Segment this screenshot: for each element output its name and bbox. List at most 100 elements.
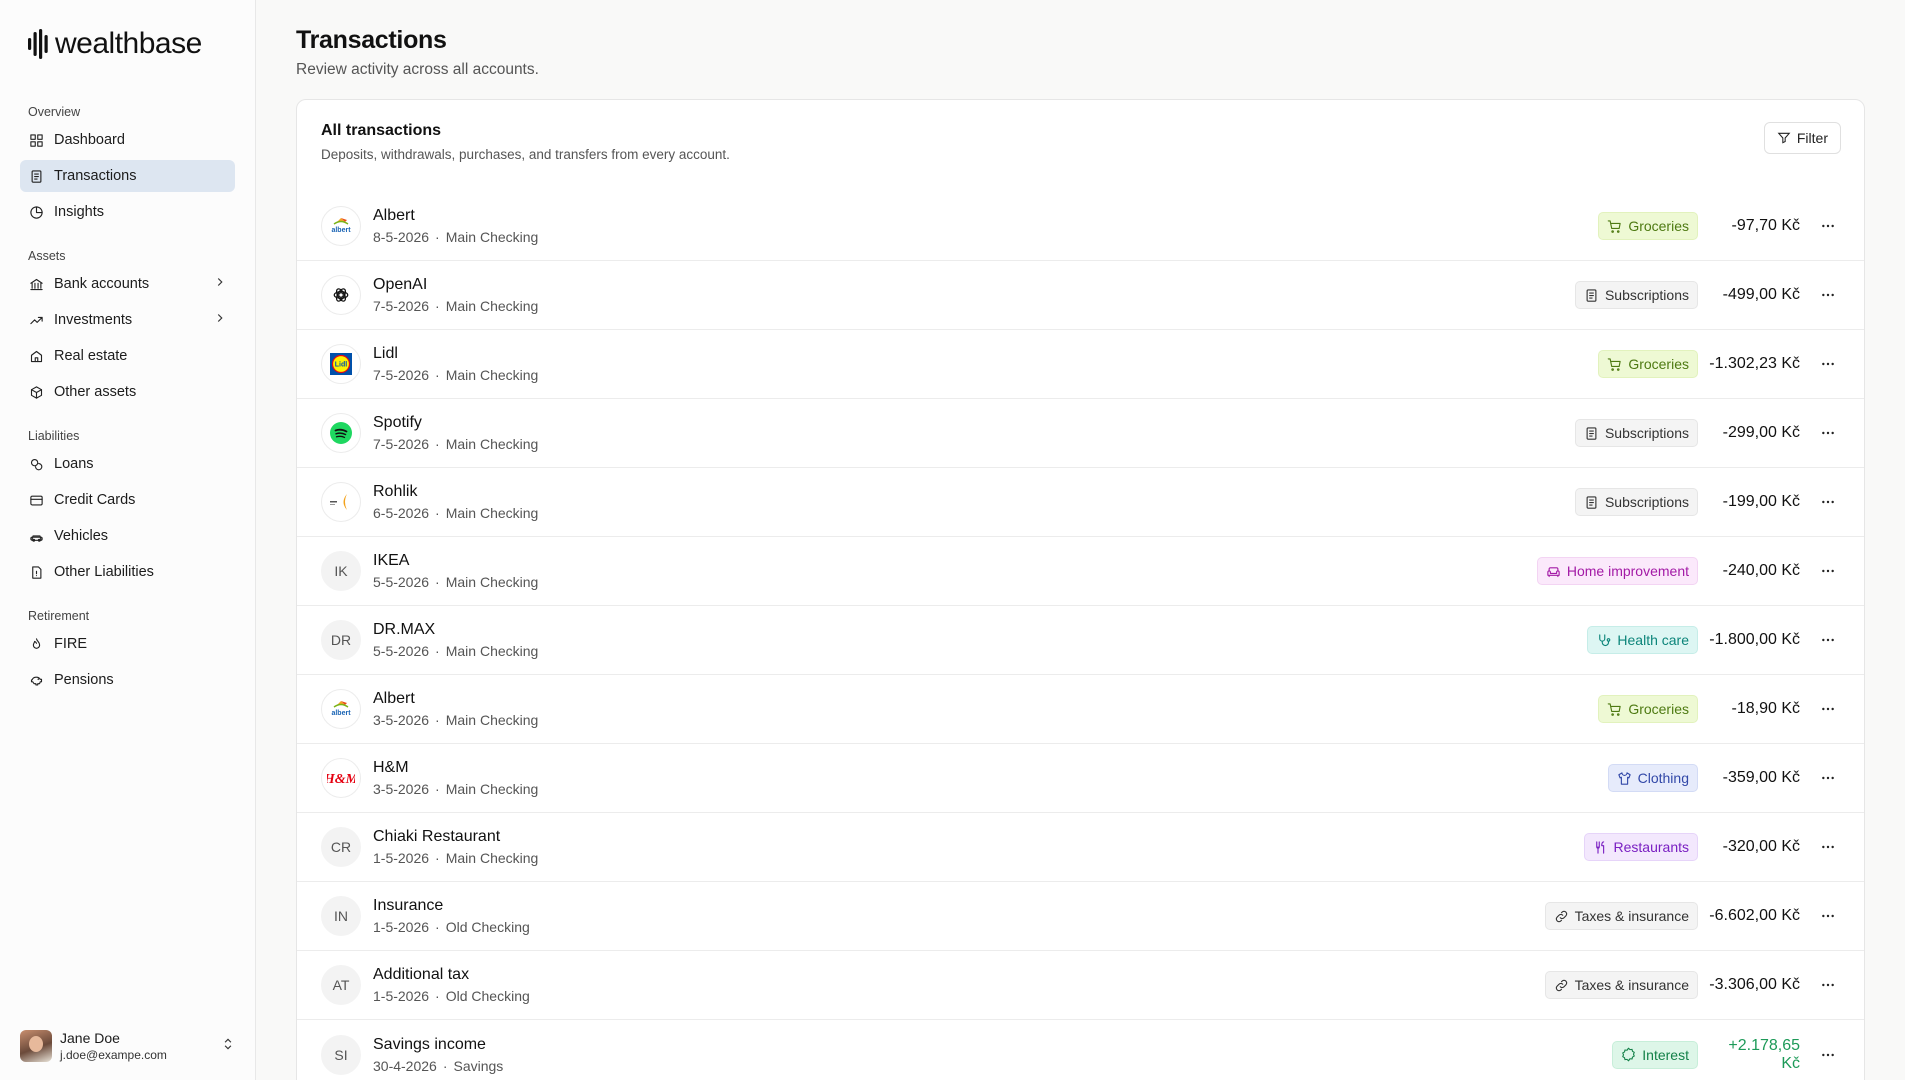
category-label: Subscriptions <box>1604 425 1689 441</box>
more-options-icon[interactable] <box>1816 287 1840 303</box>
brand-logo[interactable]: wealthbase <box>27 22 235 66</box>
separator-dot: · <box>435 505 440 521</box>
merchant-name: Chiaki Restaurant <box>373 828 501 845</box>
transaction-amount: -3.306,00 Kč <box>1709 976 1800 993</box>
category-badge[interactable]: Interest <box>1612 1040 1698 1069</box>
sidebar-item-dashboard[interactable]: Dashboard <box>20 124 235 156</box>
utensils-icon <box>1593 840 1608 855</box>
more-options-icon[interactable] <box>1816 632 1840 648</box>
user-menu[interactable]: Jane Doe j.doe@exampe.com <box>20 1028 235 1064</box>
filter-button[interactable]: Filter <box>1763 122 1841 154</box>
merchant-logo <box>321 413 361 453</box>
table-row[interactable]: DR DR.MAX 5-5-2026 · Main Checking Health car… <box>297 606 1864 675</box>
transaction-date: 5-5-2026 <box>373 574 430 590</box>
table-row[interactable]: albert Albert 3-5-2026 · Main Checking Grocer… <box>297 675 1864 744</box>
table-row[interactable]: SI Savings income 30-4-2026 · Savings Interes… <box>297 1020 1864 1080</box>
more-options-icon[interactable] <box>1816 701 1840 717</box>
transaction-date: 3-5-2026 <box>373 712 430 728</box>
sidebar-item-loans[interactable]: Loans <box>20 448 235 480</box>
sidebar-item-other-liabilities[interactable]: Other Liabilities <box>20 556 235 588</box>
sidebar-item-fire[interactable]: FIRE <box>20 628 235 660</box>
merchant-logo <box>321 482 361 522</box>
category-badge[interactable]: Home improvement <box>1536 557 1698 585</box>
category-label: Groceries <box>1628 356 1689 372</box>
separator-dot: · <box>435 229 440 245</box>
category-badge[interactable]: Groceries <box>1598 350 1698 378</box>
table-row[interactable]: OpenAI 7-5-2026 · Main Checking Subscription… <box>297 261 1864 330</box>
merchant-initials: IN <box>321 896 361 936</box>
transaction-account: Main Checking <box>445 367 539 383</box>
sidebar-item-pensions[interactable]: Pensions <box>20 664 235 696</box>
more-options-icon[interactable] <box>1816 839 1840 855</box>
sidebar-item-credit-cards[interactable]: Credit Cards <box>20 484 235 516</box>
sidebar-item-real-estate[interactable]: Real estate <box>20 340 235 372</box>
separator-dot: · <box>435 643 440 659</box>
category-badge[interactable]: Subscriptions <box>1574 419 1698 447</box>
table-row[interactable]: H&M H&M 3-5-2026 · Main Checking Clothing -359… <box>297 744 1864 813</box>
category-badge[interactable]: Subscriptions <box>1574 281 1698 309</box>
chevron-right-icon[interactable] <box>213 311 227 329</box>
transaction-date: 1-5-2026 <box>373 850 430 866</box>
more-options-icon[interactable] <box>1816 977 1840 993</box>
card-subtitle: Deposits, withdrawals, purchases, and tr… <box>321 147 730 162</box>
main-content: Transactions Review activity across all … <box>256 0 1905 1080</box>
coins-icon <box>28 456 44 472</box>
transaction-date: 3-5-2026 <box>373 781 430 797</box>
filter-icon <box>1777 132 1791 144</box>
category-badge[interactable]: Groceries <box>1598 695 1698 723</box>
transaction-date: 5-5-2026 <box>373 643 430 659</box>
more-options-icon[interactable] <box>1816 1047 1840 1063</box>
transaction-date: 8-5-2026 <box>373 229 430 245</box>
more-options-icon[interactable] <box>1816 908 1840 924</box>
albert-logo-icon: albert <box>331 218 351 234</box>
merchant-initials: AT <box>321 965 361 1005</box>
nav-section: Liabilities Loans Credit Cards Vehicles Othe… <box>20 428 235 588</box>
sidebar-item-transactions[interactable]: Transactions <box>20 160 235 192</box>
more-options-icon[interactable] <box>1816 218 1840 234</box>
separator-dot: · <box>435 298 440 314</box>
category-badge[interactable]: Subscriptions <box>1574 488 1698 516</box>
transaction-account: Old Checking <box>445 919 530 935</box>
table-row[interactable]: Rohlik 6-5-2026 · Main Checking Subscription… <box>297 468 1864 537</box>
table-row[interactable]: albert Albert 8-5-2026 · Main Checking Grocer… <box>297 192 1864 261</box>
separator-dot: · <box>435 367 440 383</box>
sidebar-item-investments[interactable]: Investments <box>20 304 235 336</box>
category-label: Restaurants <box>1613 839 1689 855</box>
more-options-icon[interactable] <box>1816 356 1840 372</box>
transaction-amount: -359,00 Kč <box>1722 769 1800 786</box>
separator-dot: · <box>435 781 440 797</box>
table-row[interactable]: Lidl Lidl 7-5-2026 · Main Checking Groceries -… <box>297 330 1864 399</box>
table-row[interactable]: IK IKEA 5-5-2026 · Main Checking Home improve… <box>297 537 1864 606</box>
category-badge[interactable]: Groceries <box>1598 212 1698 240</box>
table-row[interactable]: CR Chiaki Restaurant 1-5-2026 · Main Checkin… <box>297 813 1864 882</box>
separator-dot: · <box>435 574 440 590</box>
category-badge[interactable]: Clothing <box>1607 764 1698 792</box>
chevrons-up-down-icon[interactable] <box>221 1037 235 1056</box>
merchant-name: Rohlik <box>373 483 418 500</box>
box-icon <box>28 384 44 400</box>
transaction-account: Main Checking <box>445 229 539 245</box>
nav-section-title: Assets <box>28 249 66 263</box>
category-badge[interactable]: Restaurants <box>1583 833 1698 861</box>
more-options-icon[interactable] <box>1816 494 1840 510</box>
category-badge[interactable]: Taxes & insurance <box>1544 971 1698 999</box>
more-options-icon[interactable] <box>1816 425 1840 441</box>
sidebar-item-bank-accounts[interactable]: Bank accounts <box>20 268 235 300</box>
more-options-icon[interactable] <box>1816 770 1840 786</box>
category-label: Clothing <box>1637 770 1689 786</box>
sidebar-item-insights[interactable]: Insights <box>20 196 235 228</box>
table-row[interactable]: AT Additional tax 1-5-2026 · Old Checking Tax… <box>297 951 1864 1020</box>
table-row[interactable]: Spotify 7-5-2026 · Main Checking Subscriptio… <box>297 399 1864 468</box>
category-badge[interactable]: Taxes & insurance <box>1544 902 1698 930</box>
sidebar-item-other-assets[interactable]: Other assets <box>20 376 235 408</box>
separator-dot: · <box>435 850 440 866</box>
chevron-right-icon[interactable] <box>213 275 227 293</box>
merchant-initials: DR <box>321 620 361 660</box>
nav-section-title: Retirement <box>28 609 90 623</box>
transaction-list: albert Albert 8-5-2026 · Main Checking Grocer… <box>297 192 1864 1080</box>
table-row[interactable]: IN Insurance 1-5-2026 · Old Checking Taxes & … <box>297 882 1864 951</box>
more-options-icon[interactable] <box>1816 563 1840 579</box>
spotify-logo-icon <box>330 422 352 444</box>
sidebar-item-vehicles[interactable]: Vehicles <box>20 520 235 552</box>
category-badge[interactable]: Health care <box>1587 626 1698 654</box>
